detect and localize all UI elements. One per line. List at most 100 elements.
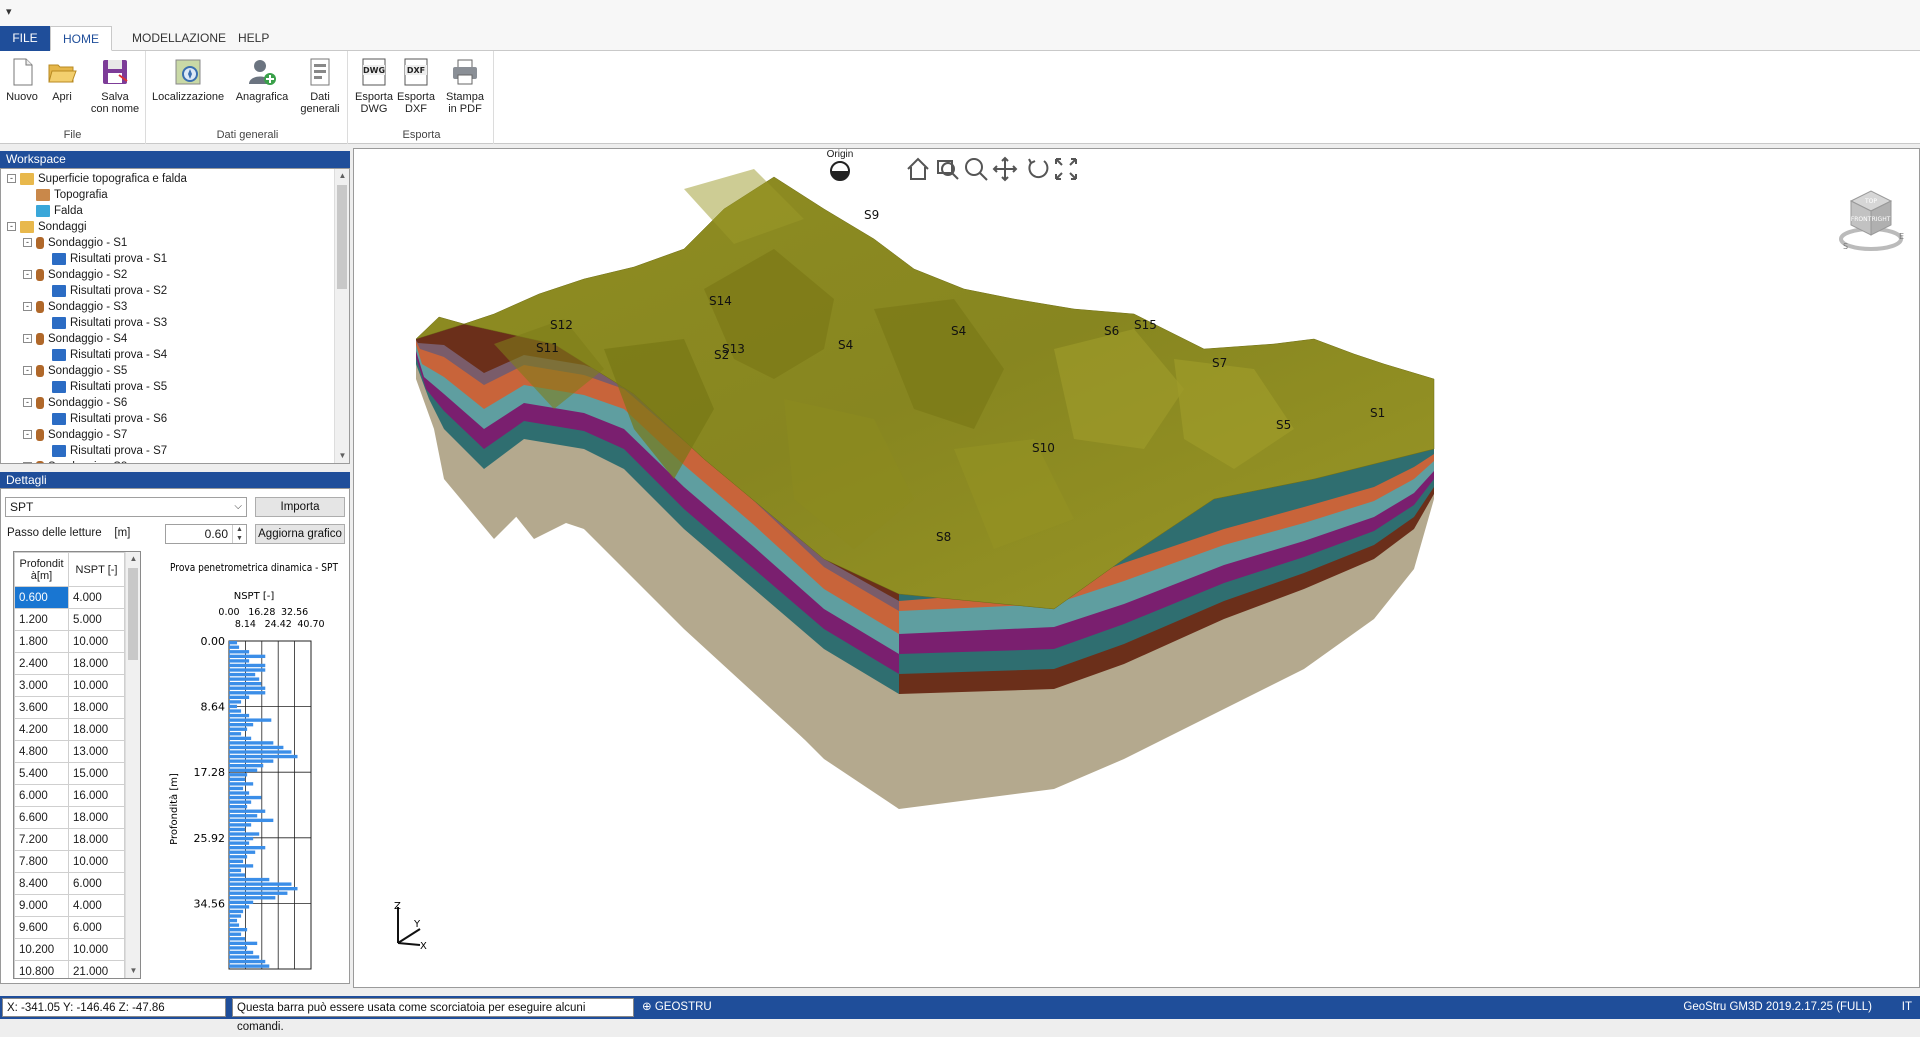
scroll-up-icon[interactable]: ▲ bbox=[126, 552, 140, 566]
borehole-label[interactable]: S14 bbox=[709, 294, 732, 308]
nspt-cell[interactable]: 16.000 bbox=[68, 784, 125, 807]
depth-cell[interactable]: 6.000 bbox=[14, 784, 69, 807]
depth-cell[interactable]: 4.800 bbox=[14, 740, 69, 763]
depth-cell[interactable]: 9.600 bbox=[14, 916, 69, 939]
depth-cell[interactable]: 2.400 bbox=[14, 652, 69, 675]
nspt-cell[interactable]: 10.000 bbox=[68, 674, 125, 697]
depth-cell[interactable]: 3.600 bbox=[14, 696, 69, 719]
update-chart-button[interactable]: Aggiorna grafico bbox=[255, 524, 345, 544]
nspt-cell[interactable]: 18.000 bbox=[68, 696, 125, 719]
scroll-up-icon[interactable]: ▲ bbox=[335, 169, 349, 183]
print-pdf-button[interactable]: Stampa in PDF bbox=[442, 57, 488, 115]
depth-cell[interactable]: 5.400 bbox=[14, 762, 69, 785]
nspt-cell[interactable]: 6.000 bbox=[68, 872, 125, 895]
table-row[interactable]: 1.800 10.000 bbox=[14, 630, 125, 653]
tab-file[interactable]: FILE bbox=[0, 26, 50, 51]
general-data-button[interactable]: Dati generali bbox=[298, 57, 342, 115]
zoom-window-icon[interactable] bbox=[937, 160, 959, 180]
scroll-thumb[interactable] bbox=[337, 185, 347, 289]
nspt-cell[interactable]: 4.000 bbox=[68, 586, 125, 609]
table-row[interactable]: 6.600 18.000 bbox=[14, 806, 125, 829]
table-row[interactable]: 1.200 5.000 bbox=[14, 608, 125, 631]
borehole-label[interactable]: S4 bbox=[838, 338, 853, 352]
nspt-cell[interactable]: 10.000 bbox=[68, 938, 125, 961]
localization-button[interactable]: Localizzazione bbox=[152, 57, 224, 103]
pan-icon[interactable] bbox=[992, 156, 1018, 182]
table-row[interactable]: 10.200 10.000 bbox=[14, 938, 125, 961]
nspt-cell[interactable]: 18.000 bbox=[68, 652, 125, 675]
export-dwg-button[interactable]: DWG Esporta DWG bbox=[354, 57, 394, 115]
borehole-label[interactable]: S15 bbox=[1134, 318, 1157, 332]
grid-header-nspt[interactable]: NSPT [-] bbox=[68, 552, 125, 587]
collapse-toggle-icon[interactable]: - bbox=[23, 430, 32, 440]
fit-extents-icon[interactable] bbox=[1055, 158, 1077, 180]
tree-item[interactable]: - Sondaggio - S7 bbox=[23, 427, 127, 443]
open-button[interactable]: Apri bbox=[44, 57, 80, 103]
tree-item[interactable]: - Sondaggio - S8 bbox=[23, 459, 127, 463]
collapse-toggle-icon[interactable]: - bbox=[23, 398, 32, 408]
scroll-thumb[interactable] bbox=[128, 568, 138, 660]
table-row[interactable]: 6.000 16.000 bbox=[14, 784, 125, 807]
tree-item[interactable]: Topografia bbox=[23, 187, 108, 203]
table-row[interactable]: 4.200 18.000 bbox=[14, 718, 125, 741]
table-row[interactable]: 7.800 10.000 bbox=[14, 850, 125, 873]
tree-item[interactable]: Risultati prova - S6 bbox=[39, 411, 167, 427]
table-row[interactable]: 3.600 18.000 bbox=[14, 696, 125, 719]
borehole-label[interactable]: S8 bbox=[936, 530, 951, 544]
nspt-cell[interactable]: 5.000 bbox=[68, 608, 125, 631]
test-type-select[interactable]: SPT ⌵ bbox=[5, 497, 247, 517]
table-row[interactable]: 4.800 13.000 bbox=[14, 740, 125, 763]
anagrafica-button[interactable]: Anagrafica bbox=[234, 57, 290, 103]
tree-item[interactable]: Risultati prova - S5 bbox=[39, 379, 167, 395]
grid-scrollbar[interactable]: ▲ ▼ bbox=[125, 552, 140, 978]
nspt-cell[interactable]: 15.000 bbox=[68, 762, 125, 785]
borehole-label[interactable]: S1 bbox=[1370, 406, 1385, 420]
depth-cell[interactable]: 10.200 bbox=[14, 938, 69, 961]
new-button[interactable]: Nuovo bbox=[4, 57, 40, 103]
grid-header-depth[interactable]: Profondit à[m] bbox=[14, 552, 69, 587]
tab-help[interactable]: HELP bbox=[224, 26, 283, 51]
scroll-down-icon[interactable]: ▼ bbox=[335, 449, 349, 463]
borehole-label[interactable]: S12 bbox=[550, 318, 573, 332]
borehole-label[interactable]: S2 bbox=[714, 348, 729, 362]
workspace-scrollbar[interactable]: ▲ ▼ bbox=[334, 169, 349, 463]
tree-item[interactable]: - Sondaggio - S4 bbox=[23, 331, 127, 347]
collapse-toggle-icon[interactable]: - bbox=[7, 222, 16, 232]
borehole-label[interactable]: S7 bbox=[1212, 356, 1227, 370]
nspt-cell[interactable]: 13.000 bbox=[68, 740, 125, 763]
tree-item[interactable]: Risultati prova - S1 bbox=[39, 251, 167, 267]
tree-item[interactable]: - Sondaggio - S5 bbox=[23, 363, 127, 379]
tree-item[interactable]: Falda bbox=[23, 203, 83, 219]
3d-viewport[interactable]: S9 S14 S12 S11 S13 S2 S4 S4 S6 S15 S7 S1 S5 S10 S8 Ori… bbox=[353, 148, 1920, 988]
collapse-toggle-icon[interactable]: - bbox=[23, 334, 32, 344]
scroll-down-icon[interactable]: ▼ bbox=[126, 964, 140, 978]
table-row[interactable]: 3.000 10.000 bbox=[14, 674, 125, 697]
rotate-icon[interactable] bbox=[1028, 158, 1049, 179]
table-row[interactable]: 9.000 4.000 bbox=[14, 894, 125, 917]
tab-modellazione[interactable]: MODELLAZIONE bbox=[118, 26, 240, 51]
nav-cube[interactable]: TOP FRONT RIGHT S E bbox=[1829, 179, 1909, 259]
nspt-cell[interactable]: 10.000 bbox=[68, 630, 125, 653]
home-view-icon[interactable] bbox=[907, 157, 929, 180]
spinner-arrows-icon[interactable]: ▲ ▼ bbox=[232, 525, 246, 543]
depth-cell[interactable]: 1.200 bbox=[14, 608, 69, 631]
zoom-icon[interactable] bbox=[965, 158, 988, 181]
nspt-cell[interactable]: 18.000 bbox=[68, 828, 125, 851]
table-row[interactable]: 5.400 15.000 bbox=[14, 762, 125, 785]
tree-item[interactable]: Risultati prova - S7 bbox=[39, 443, 167, 459]
depth-cell[interactable]: 9.000 bbox=[14, 894, 69, 917]
tree-item[interactable]: Risultati prova - S4 bbox=[39, 347, 167, 363]
nspt-cell[interactable]: 6.000 bbox=[68, 916, 125, 939]
nspt-cell[interactable]: 21.000 bbox=[68, 960, 125, 978]
depth-cell[interactable]: 4.200 bbox=[14, 718, 69, 741]
borehole-label[interactable]: S9 bbox=[864, 208, 879, 222]
command-bar[interactable]: Questa barra può essere usata come scorc… bbox=[232, 998, 634, 1033]
depth-cell[interactable]: 8.400 bbox=[14, 872, 69, 895]
collapse-toggle-icon[interactable]: - bbox=[23, 270, 32, 280]
borehole-label[interactable]: S5 bbox=[1276, 418, 1291, 432]
table-row[interactable]: 0.600 4.000 bbox=[14, 586, 125, 609]
borehole-label[interactable]: S10 bbox=[1032, 441, 1055, 455]
table-row[interactable]: 10.800 21.000 bbox=[14, 960, 125, 978]
tree-item[interactable]: - Sondaggio - S6 bbox=[23, 395, 127, 411]
collapse-toggle-icon[interactable]: - bbox=[23, 238, 32, 248]
